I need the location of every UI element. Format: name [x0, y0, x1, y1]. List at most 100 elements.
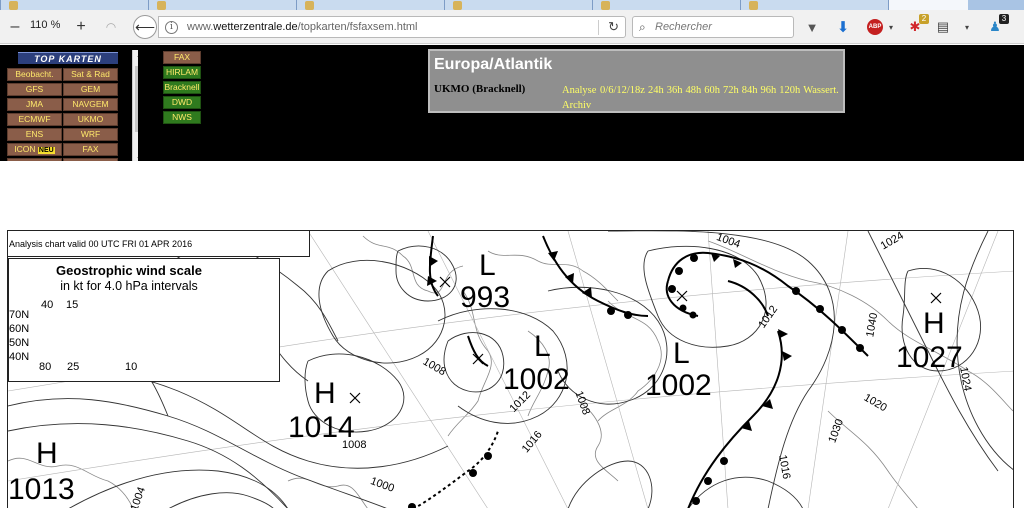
topmenu-item-label: FAX: [82, 144, 99, 154]
link-72h[interactable]: 72h: [723, 85, 739, 96]
topmenu-item-gem[interactable]: GEM: [63, 83, 118, 96]
search-placeholder: Rechercher: [655, 21, 712, 33]
clipboard-icon[interactable]: ▤: [934, 18, 952, 36]
reload-icon[interactable]: ↻: [608, 19, 619, 35]
topmenu-item-ecmwf[interactable]: ECMWF: [7, 113, 62, 126]
browser-tab[interactable]: [444, 0, 592, 10]
browser-tab[interactable]: [0, 0, 148, 10]
link-60h[interactable]: 60h: [704, 85, 720, 96]
topmenu-item-label: NAVGEM: [72, 99, 109, 109]
wind-lat-40n: 40N: [9, 351, 30, 363]
extension-icon[interactable]: ✱ 2: [906, 14, 929, 36]
link-24h[interactable]: 24h: [648, 85, 664, 96]
menu-nws[interactable]: NWS: [163, 111, 201, 124]
navigation-toolbar: – 110 % + ◠ ⟵ i www.wetterzentrale.de/to…: [0, 10, 1024, 44]
link-archiv[interactable]: Archiv: [562, 100, 591, 111]
link-120h[interactable]: 120h: [779, 85, 800, 96]
wind-scale-bottom-25: 25: [67, 361, 80, 373]
search-bar[interactable]: ⌕ Rechercher: [632, 16, 794, 38]
pocket-icon[interactable]: ▼: [803, 18, 821, 36]
adblock-badge: ABP: [867, 19, 883, 35]
browser-tab[interactable]: [592, 0, 740, 10]
wind-scale-bottom-80: 80: [39, 361, 52, 373]
menu-scrollbar[interactable]: ▲ ▼: [132, 50, 138, 161]
topmenu-item-fax[interactable]: FAX: [63, 143, 118, 156]
cold-front-south: [687, 330, 783, 508]
topmenu-item-label: Diagramme: [13, 159, 57, 161]
cold-front-north: [428, 235, 439, 297]
site-info-icon[interactable]: i: [165, 21, 178, 34]
tab-favicon-icon: [157, 1, 166, 10]
topmenu-item-diagramme[interactable]: Diagramme: [7, 158, 62, 161]
link-96h[interactable]: 96h: [760, 85, 776, 96]
search-icon: ⌕: [639, 20, 646, 34]
high-symbol: H: [314, 377, 336, 410]
link-48h[interactable]: 48h: [685, 85, 701, 96]
topmenu-item-beobacht-[interactable]: Beobacht.: [7, 68, 62, 81]
low-pressure-value: 993: [460, 281, 511, 314]
link-wassert[interactable]: Wassert.: [803, 85, 839, 96]
high-pressure-value: 1013: [8, 473, 75, 506]
download-icon[interactable]: ⬇: [834, 18, 852, 36]
topmenu-item-icon[interactable]: ICON NEU: [7, 143, 62, 156]
menu-fax[interactable]: FAX: [163, 51, 201, 64]
region-title: Europa/Atlantik: [434, 56, 553, 73]
address-bar[interactable]: i www.wetterzentrale.de/topkarten/fsfaxs…: [158, 16, 626, 38]
forecast-links: Analyse 0/6/12/18z 24h 36h 48h 60h 72h 84h 96h 1…: [562, 83, 846, 113]
scrollbar-thumb[interactable]: [135, 66, 138, 132]
topmenu-item-label: ICON: [14, 144, 36, 154]
scroll-down-icon[interactable]: ▼: [134, 154, 138, 161]
back-button[interactable]: ⟵: [133, 15, 157, 39]
high-symbol: H: [36, 437, 58, 470]
front-segment: [727, 280, 769, 317]
adblock-menu-icon[interactable]: ▾: [882, 18, 900, 36]
top-karten-logo[interactable]: TOP KARTEN: [18, 52, 118, 64]
menu-dwd[interactable]: DWD: [163, 96, 201, 109]
browser-tab[interactable]: [740, 0, 888, 10]
high-symbol: H: [923, 307, 945, 340]
zoom-in-button[interactable]: +: [72, 17, 90, 37]
menu-hirlam[interactable]: HIRLAM: [163, 66, 201, 79]
link-analyse[interactable]: Analyse 0/6/12/18z: [562, 85, 645, 96]
browser-tab[interactable]: [148, 0, 296, 10]
notification-icon[interactable]: ♟ 3: [986, 14, 1009, 36]
topmenu-item-kartenarchiv[interactable]: Kartenarchiv: [63, 158, 118, 161]
link-84h[interactable]: 84h: [742, 85, 758, 96]
zoom-level[interactable]: 110 %: [30, 19, 60, 31]
menu-bracknell[interactable]: Bracknell: [163, 81, 201, 94]
chart-info-box: Europa/Atlantik UKMO (Bracknell) Analyse…: [428, 49, 845, 113]
topmenu-item-jma[interactable]: JMA: [7, 98, 62, 111]
link-36h[interactable]: 36h: [667, 85, 683, 96]
rss-icon[interactable]: ◠: [100, 17, 122, 37]
wind-scale-box: Geostrophic wind scale in kt for 4.0 hPa…: [8, 258, 280, 382]
topmenu-item-ens[interactable]: ENS: [7, 128, 62, 141]
topmenu-item-gfs[interactable]: GFS: [7, 83, 62, 96]
topmenu-item-wrf[interactable]: WRF: [63, 128, 118, 141]
topmenu-item-ukmo[interactable]: UKMO: [63, 113, 118, 126]
browser-tab-active[interactable]: [888, 0, 968, 10]
wind-lat-50n: 50N: [9, 337, 30, 349]
menu-dropdown-icon[interactable]: ▾: [958, 18, 976, 36]
topmenu-item-label: Sat & Rad: [71, 69, 110, 79]
topmenu-item-sat-rad[interactable]: Sat & Rad: [63, 68, 118, 81]
low-symbol: L: [534, 330, 551, 363]
tab-favicon-icon: [749, 1, 758, 10]
chart-valid-label: Analysis chart valid 00 UTC FRI 01 APR 2…: [8, 231, 310, 257]
browser-tab[interactable]: [296, 0, 444, 10]
topmenu-item-navgem[interactable]: NAVGEM: [63, 98, 118, 111]
topmenu-item-label: GFS: [25, 84, 44, 94]
wind-scale-top-40: 40: [41, 299, 54, 311]
zoom-out-button[interactable]: –: [6, 17, 24, 37]
url-path: /topkarten/fsfaxsem.html: [297, 21, 418, 33]
extension-badge: 2: [919, 14, 929, 24]
top-karten-menu: TOP KARTEN Beobacht. Sat & Rad GFS GEM JMA NA…: [7, 50, 138, 161]
url-text[interactable]: www.wetterzentrale.de/topkarten/fsfaxsem…: [187, 21, 418, 33]
low-symbol: L: [479, 249, 496, 282]
urlbar-divider: [598, 20, 599, 35]
wind-scale-top-15: 15: [66, 299, 79, 311]
topmenu-item-label: ENS: [25, 129, 44, 139]
scroll-up-icon[interactable]: ▲: [134, 50, 138, 62]
isobar-label: 1008: [342, 439, 367, 451]
high-pressure-value: 1027: [896, 341, 963, 374]
topmenu-item-label: WRF: [80, 129, 101, 139]
